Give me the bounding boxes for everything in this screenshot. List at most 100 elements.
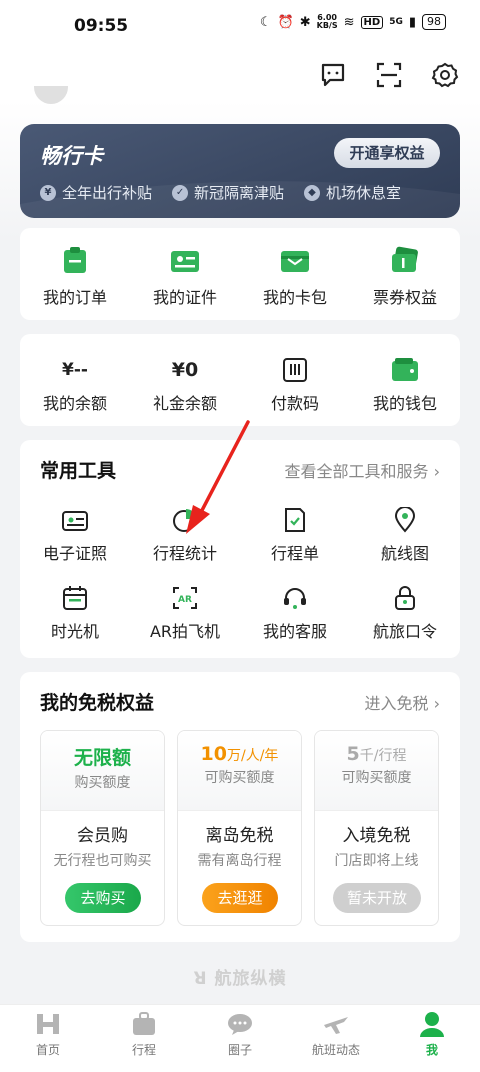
signal-label: 5G [389, 17, 403, 27]
tab-home[interactable]: 首页 [0, 1005, 96, 1072]
location-pin-icon [389, 506, 421, 534]
duty-box-inbound[interactable]: 5千/行程 可购买额度 入境免税 门店即将上线 暂未开放 [314, 730, 439, 926]
tab-trips[interactable]: 行程 [96, 1005, 192, 1072]
tool-label: AR拍飞机 [149, 622, 221, 641]
brand-name: 航旅纵横 [214, 969, 287, 989]
vip-open-button[interactable]: 开通享权益 [334, 138, 440, 168]
headset-icon [279, 584, 311, 612]
barcode-icon [279, 356, 311, 384]
tools-row-1: 电子证照 行程统计 行程单 航线图 [20, 506, 460, 564]
brand-footer: ꓤ 航旅纵横 [0, 964, 480, 989]
yuan-icon: ¥ [40, 184, 56, 201]
home-icon [34, 1011, 62, 1037]
status-time: 09:55 [74, 16, 129, 36]
browse-button[interactable]: 去逛逛 [202, 883, 278, 913]
duty-sub: 购买额度 [74, 775, 131, 791]
wallet-icon [389, 356, 421, 384]
top-bar [0, 50, 480, 100]
my-orders-item[interactable]: 我的订单 [20, 244, 130, 308]
suitcase-icon [130, 1011, 158, 1037]
balance-item[interactable]: ¥-- 我的余额 [20, 356, 130, 414]
duty-desc: 需有离岛行程 [197, 853, 282, 869]
my-wallet-item[interactable]: 我的钱包 [350, 356, 460, 414]
pay-code-item[interactable]: 付款码 [240, 356, 350, 414]
duty-desc: 门店即将上线 [334, 853, 419, 869]
chevron-right-icon: › [433, 694, 440, 713]
order-icon [59, 244, 91, 276]
net-speed-unit: KB/S [316, 21, 338, 30]
person-icon [418, 1011, 446, 1037]
duty-box-island[interactable]: 10万/人/年 可购买额度 离岛免税 需有离岛行程 去逛逛 [177, 730, 302, 926]
balance-value: ¥-- [62, 360, 88, 380]
tab-label: 行程 [131, 1043, 156, 1057]
tool-e-license[interactable]: 电子证照 [20, 506, 130, 564]
perk-lounge: ◆ 机场休息室 [304, 182, 401, 203]
tool-travel-password[interactable]: 航旅口令 [350, 584, 460, 642]
enter-duty-free-link[interactable]: 进入免税 › [364, 690, 440, 714]
tab-label: 航班动态 [311, 1043, 360, 1057]
status-bar: 09:55 ☾ ⏰ ✱ 6.00 KB/S ≋ HD 5G ▮ 98 [0, 0, 480, 50]
tab-circle[interactable]: 圈子 [192, 1005, 288, 1072]
net-speed: 6.00 KB/S [317, 14, 338, 30]
duty-value-unit: 千/行程 [359, 748, 407, 764]
duty-value-number: 5 [346, 743, 360, 765]
buy-button[interactable]: 去购买 [65, 883, 141, 913]
bluetooth-icon: ✱ [299, 14, 311, 30]
duty-value-unit: 万/人/年 [227, 748, 279, 764]
tab-label: 圈子 [227, 1043, 252, 1057]
ar-icon: AR [169, 584, 201, 612]
airplane-icon [322, 1011, 350, 1037]
quick-link-label: 票券权益 [372, 288, 437, 307]
wallet-card: ¥-- 我的余额 ¥0 礼金余额 付款码 我的钱包 [20, 334, 460, 426]
tab-me[interactable]: 我 [384, 1005, 480, 1072]
tools-card: 常用工具 查看全部工具和服务 › 电子证照 行程统计 行程单 航线图 时光机 A… [20, 440, 460, 658]
tool-route-map[interactable]: 航线图 [350, 506, 460, 564]
gift-balance-value: ¥0 [171, 359, 199, 381]
duty-box-member[interactable]: 无限额 购买额度 会员购 无行程也可购买 去购买 [40, 730, 165, 926]
tab-flight-status[interactable]: 航班动态 [288, 1005, 384, 1072]
my-wallet-label: 我的钱包 [372, 394, 437, 413]
tool-itinerary[interactable]: 行程单 [240, 506, 350, 564]
my-documents-item[interactable]: 我的证件 [130, 244, 240, 308]
my-cards-item[interactable]: 我的卡包 [240, 244, 350, 308]
duty-free-options: 无限额 购买额度 会员购 无行程也可购买 去购买 10万/人/年 可购买额度 离… [40, 730, 439, 926]
scan-icon[interactable] [372, 58, 406, 92]
duty-value-number: 10 [200, 743, 227, 765]
view-all-tools-link[interactable]: 查看全部工具和服务 › [284, 458, 440, 482]
tool-label: 电子证照 [42, 544, 107, 563]
gift-balance-item[interactable]: ¥0 礼金余额 [130, 356, 240, 414]
receipt-icon [279, 506, 311, 534]
brand-logo-icon: ꓤ [193, 969, 208, 989]
signal-icon: ▮ [408, 14, 416, 30]
tool-label: 时光机 [50, 622, 99, 641]
tool-ar-plane[interactable]: AR AR拍飞机 [130, 584, 240, 642]
quick-link-label: 我的卡包 [262, 288, 327, 307]
status-icons: ☾ ⏰ ✱ 6.00 KB/S ≋ HD 5G ▮ 98 [260, 14, 446, 30]
tools-row-2: 时光机 AR AR拍飞机 我的客服 航旅口令 [20, 584, 460, 642]
diamond-icon: ◆ [304, 184, 321, 201]
tool-trip-stats[interactable]: 行程统计 [130, 506, 240, 564]
id-card-icon [169, 244, 201, 276]
tool-label: 行程单 [270, 544, 319, 563]
gift-balance-label: 礼金余额 [152, 394, 217, 413]
quick-link-label: 我的订单 [42, 288, 107, 307]
perk-quarantine: ✓ 新冠隔离津贴 [172, 182, 284, 203]
perk-label: 全年出行补贴 [62, 184, 153, 202]
vip-card[interactable]: 畅行卡 开通享权益 ¥ 全年出行补贴 ✓ 新冠隔离津贴 ◆ 机场休息室 [20, 124, 460, 218]
bottom-tab-bar: 首页 行程 圈子 航班动态 我 [0, 1004, 480, 1072]
perk-travel-subsidy: ¥ 全年出行补贴 [40, 182, 152, 203]
quick-links-card: 我的订单 我的证件 我的卡包 票券权益 [20, 228, 460, 320]
svg-text:AR: AR [178, 595, 192, 605]
not-open-button: 暂未开放 [333, 883, 421, 913]
license-icon [59, 506, 91, 534]
settings-gear-icon[interactable] [428, 58, 462, 92]
wifi-icon: ≋ [343, 14, 355, 30]
lock-icon [389, 584, 421, 612]
tab-label: 我 [425, 1043, 438, 1057]
duty-name: 离岛免税 [205, 826, 274, 846]
message-icon[interactable] [316, 58, 350, 92]
coupons-item[interactable]: 票券权益 [350, 244, 460, 308]
tool-label: 行程统计 [152, 544, 217, 563]
tool-customer-service[interactable]: 我的客服 [240, 584, 350, 642]
tool-time-machine[interactable]: 时光机 [20, 584, 130, 642]
